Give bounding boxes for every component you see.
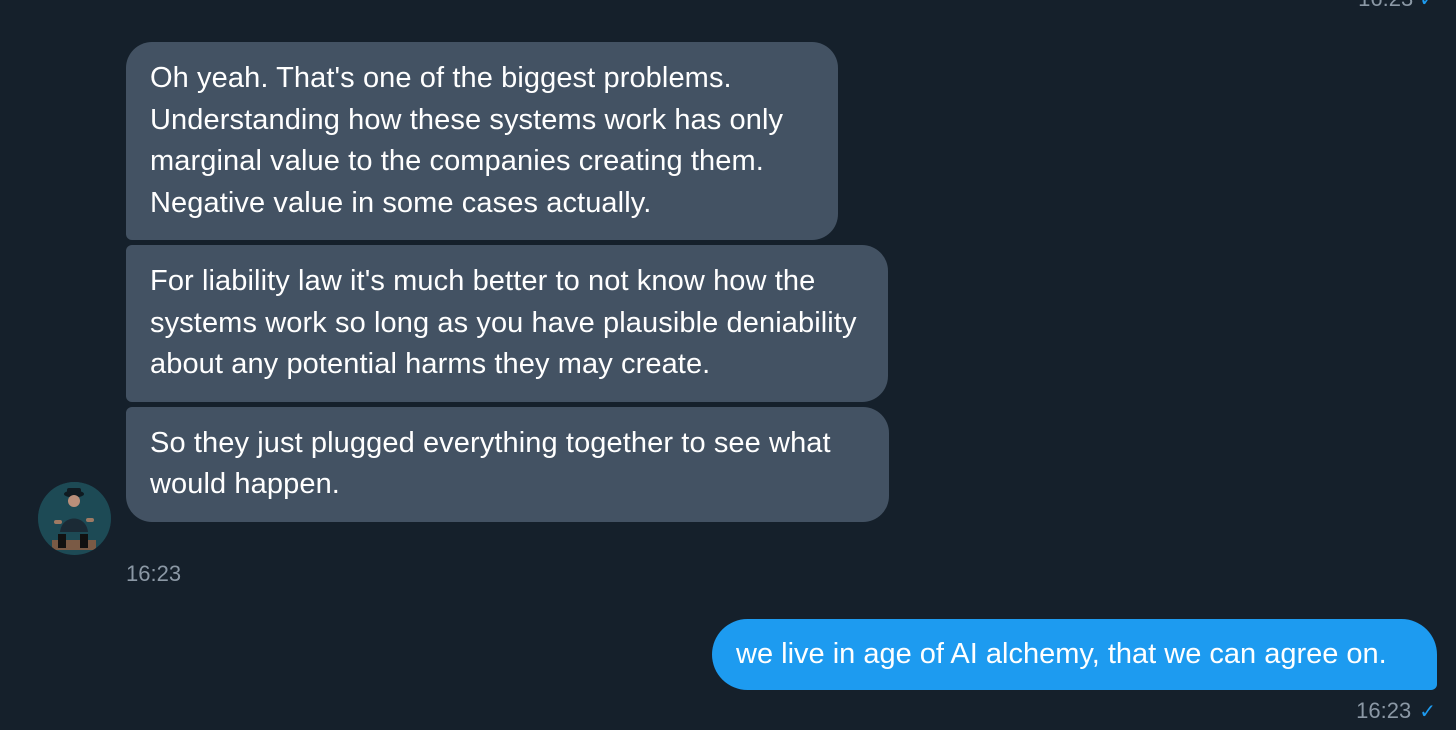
check-icon: ✓: [1419, 0, 1436, 12]
top-message-meta: 16:23 ✓: [1358, 0, 1436, 12]
incoming-message-group: Oh yeah. That's one of the biggest probl…: [126, 42, 926, 527]
avatar-image: [38, 482, 111, 555]
incoming-message-bubble[interactable]: For liability law it's much better to no…: [126, 245, 888, 402]
outgoing-message-meta: 16:23 ✓: [1356, 698, 1436, 724]
check-icon: ✓: [1419, 700, 1436, 723]
user-avatar-icon[interactable]: [38, 482, 111, 555]
incoming-timestamp: 16:23: [126, 561, 182, 586]
outgoing-timestamp: 16:23: [1356, 698, 1412, 723]
incoming-message-bubble[interactable]: So they just plugged everything together…: [126, 406, 889, 522]
outgoing-message-bubble[interactable]: we live in age of AI alchemy, that we ca…: [712, 619, 1437, 690]
top-timestamp: 16:23: [1358, 0, 1413, 12]
incoming-message-bubble[interactable]: Oh yeah. That's one of the biggest probl…: [126, 42, 838, 240]
